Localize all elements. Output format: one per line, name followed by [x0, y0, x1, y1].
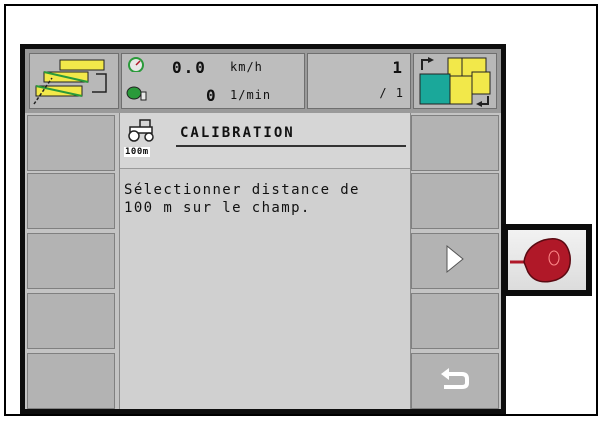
instruction-text: Sélectionner distance de 100 m sur le ch… — [124, 182, 360, 216]
speedometer-icon — [126, 56, 146, 76]
counter-display: 1 / 1 — [307, 53, 411, 109]
distance-badge: 100m — [124, 147, 150, 157]
return-icon — [438, 365, 472, 397]
left-softkey-column — [25, 113, 117, 409]
external-button-callout — [502, 224, 592, 296]
speed-value: 0.0 — [172, 58, 207, 77]
left-softkey-5[interactable] — [27, 353, 115, 409]
rpm-sensor-icon — [126, 84, 148, 106]
page-title: CALIBRATION — [180, 125, 295, 141]
terminal-display: 0.0 km/h 0 1/min 1 / 1 100m CALIBRATION … — [25, 49, 501, 409]
return-button[interactable] — [411, 353, 499, 409]
left-softkey-2[interactable] — [27, 173, 115, 229]
counter-total: / 1 — [379, 86, 404, 100]
tractor-icon — [124, 117, 160, 147]
right-softkey-column — [411, 113, 501, 409]
speed-display: 0.0 km/h 0 1/min — [121, 53, 305, 109]
status-bar: 0.0 km/h 0 1/min 1 / 1 — [25, 49, 501, 113]
rpm-value: 0 — [206, 86, 218, 105]
rpm-unit: 1/min — [230, 88, 272, 102]
section-mode-icon-graphic — [419, 57, 491, 107]
external-button-face — [508, 230, 586, 290]
left-softkey-3[interactable] — [27, 233, 115, 289]
calibration-panel: 100m CALIBRATION Sélectionner distance d… — [119, 113, 411, 409]
right-softkey-4[interactable] — [411, 293, 499, 349]
physical-button-icon[interactable] — [510, 234, 584, 290]
field-edges-icon-graphic — [33, 59, 107, 105]
next-arrow-icon — [444, 244, 466, 278]
next-button[interactable] — [411, 233, 499, 289]
field-edges-icon[interactable] — [29, 53, 119, 109]
counter-value: 1 — [392, 58, 404, 77]
left-softkey-4[interactable] — [27, 293, 115, 349]
left-softkey-1[interactable] — [27, 115, 115, 171]
section-mode-icon[interactable] — [413, 53, 497, 109]
title-underline — [176, 145, 406, 147]
right-softkey-1[interactable] — [411, 115, 499, 171]
panel-header: 100m CALIBRATION — [120, 113, 410, 169]
speed-unit: km/h — [230, 60, 263, 74]
terminal-screen: 0.0 km/h 0 1/min 1 / 1 100m CALIBRATION … — [20, 44, 506, 414]
right-softkey-2[interactable] — [411, 173, 499, 229]
